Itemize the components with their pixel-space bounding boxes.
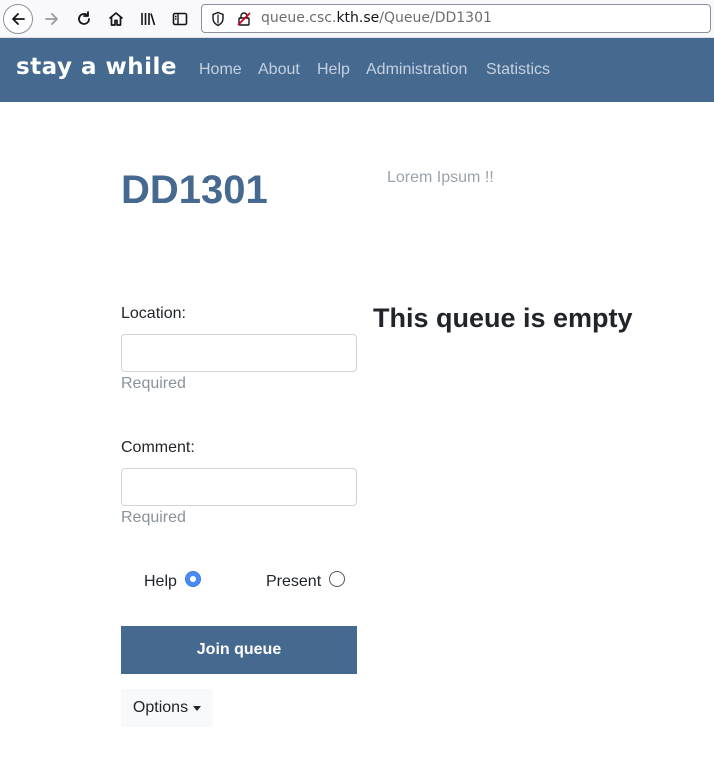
nav-link-statistics[interactable]: Statistics xyxy=(486,61,550,79)
location-input[interactable] xyxy=(121,334,357,372)
options-label: Options xyxy=(132,699,189,716)
join-queue-button[interactable]: Join queue xyxy=(121,626,357,674)
comment-input[interactable] xyxy=(121,468,357,506)
back-arrow-icon[interactable] xyxy=(3,4,33,34)
comment-required-hint: Required xyxy=(121,509,186,526)
queue-title: DD1301 xyxy=(121,168,268,212)
library-icon[interactable] xyxy=(133,4,163,34)
insecure-lock-icon[interactable] xyxy=(236,11,252,32)
app-navbar: stay a while Home About Help Administrat… xyxy=(0,38,714,102)
comment-label: Comment: xyxy=(121,439,195,456)
empty-queue-message: This queue is empty xyxy=(373,303,633,333)
options-dropdown-button[interactable]: Options xyxy=(121,689,213,727)
location-label: Location: xyxy=(121,305,186,322)
address-bar[interactable]: queue.csc.kth.se/Queue/DD1301 xyxy=(201,4,711,33)
location-required-hint: Required xyxy=(121,375,186,392)
radio-help[interactable] xyxy=(185,571,201,587)
radio-present-label[interactable]: Present xyxy=(266,573,321,591)
nav-link-administration[interactable]: Administration xyxy=(366,61,467,79)
queue-description: Lorem Ipsum !! xyxy=(387,169,494,186)
nav-link-about[interactable]: About xyxy=(258,61,300,79)
shield-icon[interactable] xyxy=(210,11,226,32)
reload-icon[interactable] xyxy=(69,4,99,34)
url-text: queue.csc.kth.se/Queue/DD1301 xyxy=(261,10,492,26)
radio-help-label[interactable]: Help xyxy=(144,573,177,591)
home-icon[interactable] xyxy=(101,4,131,34)
browser-toolbar: queue.csc.kth.se/Queue/DD1301 xyxy=(0,0,714,38)
radio-present[interactable] xyxy=(329,571,345,587)
forward-arrow-icon[interactable] xyxy=(37,4,67,34)
brand-logo[interactable]: stay a while xyxy=(16,54,177,80)
nav-link-help[interactable]: Help xyxy=(317,61,350,79)
nav-link-home[interactable]: Home xyxy=(199,61,242,79)
sidebar-icon[interactable] xyxy=(165,4,195,34)
caret-down-icon xyxy=(193,705,202,711)
